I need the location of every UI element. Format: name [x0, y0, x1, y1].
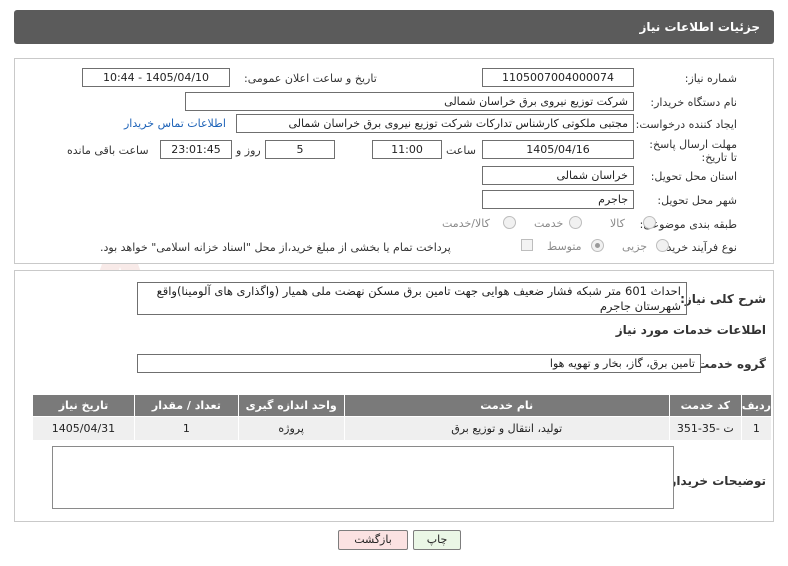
category-radio-service[interactable] — [569, 216, 582, 229]
deadline-time-field: 11:00 — [372, 140, 442, 159]
back-button[interactable]: بازگشت — [338, 530, 408, 550]
province-label: استان محل تحویل: — [650, 170, 737, 183]
col-header-unit: واحد اندازه گیری — [237, 394, 345, 417]
col-header-need-date: تاریخ نیاز — [32, 394, 135, 417]
col-header-service-code: کد خدمت — [668, 394, 742, 417]
cell-unit: پروژه — [237, 416, 345, 441]
treasury-checkbox[interactable] — [521, 239, 533, 251]
process-option-medium: متوسط — [547, 240, 582, 253]
page-title: جزئیات اطلاعات نیاز — [639, 20, 760, 34]
deadline-label: مهلت ارسال پاسخ: تا تاریخ: — [649, 138, 737, 164]
deadline-date-field: 1405/04/16 — [482, 140, 634, 159]
payment-note: پرداخت تمام یا بخشی از مبلغ خرید،از محل … — [100, 241, 451, 254]
announce-label: تاریخ و ساعت اعلان عمومی: — [244, 72, 377, 85]
province-field: خراسان شمالی — [482, 166, 634, 185]
service-group-label: گروه خدمت: — [692, 357, 766, 371]
cell-service-name: تولید، انتقال و توزیع برق — [343, 416, 670, 441]
time-label: ساعت — [446, 144, 476, 157]
page-header: جزئیات اطلاعات نیاز — [14, 10, 774, 44]
category-option-goods: کالا — [610, 217, 625, 230]
process-radio-medium[interactable] — [591, 239, 604, 252]
col-header-service-name: نام خدمت — [343, 394, 670, 417]
announce-field: 1405/04/10 - 10:44 — [82, 68, 230, 87]
services-table: ردیف کد خدمت نام خدمت واحد اندازه گیری ت… — [32, 394, 773, 441]
buyer-contact-link[interactable]: اطلاعات تماس خریدار — [124, 117, 226, 130]
category-option-goods-service: کالا/خدمت — [442, 217, 490, 230]
category-radio-goods-service[interactable] — [503, 216, 516, 229]
process-radio-minor[interactable] — [656, 239, 669, 252]
buyer-notes-label: توضیحات خریدار: — [664, 474, 766, 488]
table-row: 1 ت -35-351 تولید، انتقال و توزیع برق پر… — [32, 416, 773, 441]
days-field: 5 — [265, 140, 335, 159]
remaining-label: ساعت باقی مانده — [67, 144, 149, 157]
cell-need-date: 1405/04/31 — [32, 416, 135, 441]
category-radio-goods[interactable] — [643, 216, 656, 229]
cell-service-code: ت -35-351 — [668, 416, 742, 441]
buyer-org-label: نام دستگاه خریدار: — [650, 96, 737, 109]
col-header-quantity: تعداد / مقدار — [133, 394, 239, 417]
process-label: نوع فرآیند خرید : — [659, 241, 737, 254]
creator-label: ایجاد کننده درخواست: — [635, 118, 737, 131]
need-number-field: 1105007004000074 — [482, 68, 634, 87]
services-heading: اطلاعات خدمات مورد نیاز — [615, 323, 766, 337]
need-number-label: شماره نیاز: — [684, 72, 737, 85]
print-button[interactable]: چاپ — [413, 530, 461, 550]
col-header-row-number: ردیف — [740, 394, 773, 417]
summary-label: شرح کلی نیاز: — [680, 292, 766, 306]
category-option-service: خدمت — [534, 217, 564, 230]
summary-field: احداث 601 متر شبکه فشار ضعیف هوایی جهت ت… — [137, 282, 687, 315]
city-field: جاجرم — [482, 190, 634, 209]
buyer-org-field: شرکت توزیع نیروی برق خراسان شمالی — [185, 92, 634, 111]
service-group-field: تامین برق، گاز، بخار و تهویه هوا — [137, 354, 701, 373]
city-label: شهر محل تحویل: — [657, 194, 737, 207]
days-label: روز و — [236, 144, 261, 157]
creator-field: مجتبی ملکوتی کارشناس تدارکات شرکت توزیع … — [236, 114, 634, 133]
cell-row-number: 1 — [740, 416, 773, 441]
cell-quantity: 1 — [133, 416, 239, 441]
buyer-notes-field[interactable] — [52, 446, 674, 509]
process-option-minor: جزیی — [622, 240, 648, 253]
table-header-row: ردیف کد خدمت نام خدمت واحد اندازه گیری ت… — [32, 394, 773, 417]
remaining-time-field: 23:01:45 — [160, 140, 232, 159]
